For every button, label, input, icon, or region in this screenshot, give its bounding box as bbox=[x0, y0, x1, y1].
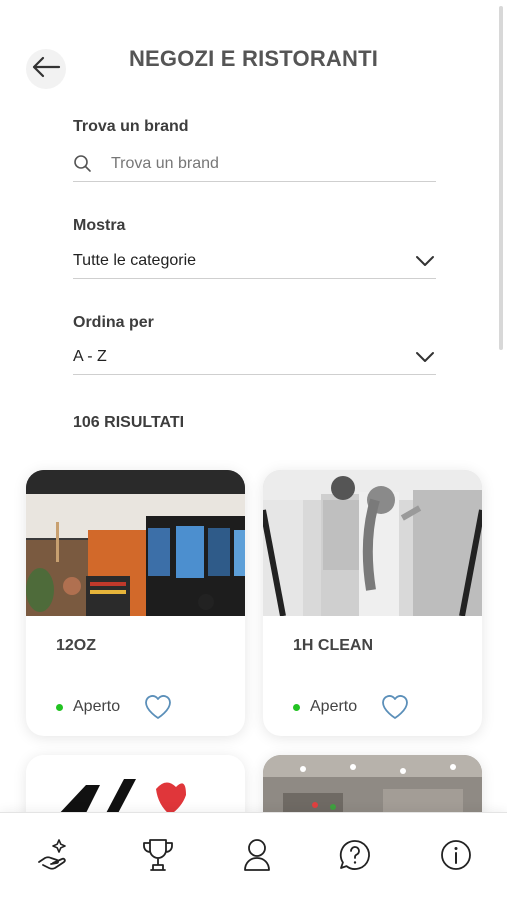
search-icon bbox=[73, 153, 95, 175]
store-card[interactable]: 12OZ Aperto bbox=[26, 470, 245, 736]
store-image bbox=[263, 470, 482, 616]
nav-profile-button[interactable] bbox=[237, 837, 277, 877]
store-name: 1H CLEAN bbox=[293, 637, 374, 654]
status-text: Aperto bbox=[73, 698, 121, 715]
category-select[interactable]: Tutte le categorie bbox=[73, 243, 436, 279]
chevron-down-icon bbox=[414, 346, 436, 368]
store-image bbox=[26, 470, 245, 616]
store-status: Aperto bbox=[293, 698, 357, 716]
search-label: Trova un brand bbox=[73, 118, 189, 135]
hand-sparkle-icon bbox=[35, 836, 73, 879]
heart-icon[interactable] bbox=[143, 693, 173, 721]
sort-select[interactable]: A - Z bbox=[73, 339, 436, 375]
store-status: Aperto bbox=[56, 698, 120, 716]
user-icon bbox=[242, 837, 272, 878]
heart-icon[interactable] bbox=[380, 693, 410, 721]
sort-label: Ordina per bbox=[73, 314, 154, 331]
search-placeholder: Trova un brand bbox=[111, 154, 219, 172]
category-select-value: Tutte le categorie bbox=[73, 251, 197, 269]
sort-select-value: A - Z bbox=[73, 347, 107, 365]
info-icon bbox=[439, 838, 473, 877]
search-input[interactable]: Trova un brand bbox=[73, 146, 436, 182]
help-icon bbox=[338, 838, 372, 877]
status-dot bbox=[56, 703, 63, 711]
trophy-icon bbox=[141, 837, 175, 878]
status-text: Aperto bbox=[310, 698, 358, 715]
bottom-nav bbox=[0, 812, 507, 900]
chevron-down-icon bbox=[414, 250, 436, 272]
store-card[interactable]: 1H CLEAN Aperto bbox=[263, 470, 482, 736]
nav-offers-button[interactable] bbox=[34, 837, 74, 877]
nav-help-button[interactable] bbox=[335, 837, 375, 877]
results-count: 106 RISULTATI bbox=[73, 414, 185, 431]
status-dot bbox=[293, 703, 300, 711]
page-title: NEGOZI E RISTORANTI bbox=[128, 46, 379, 71]
nav-info-button[interactable] bbox=[436, 837, 476, 877]
filter-label: Mostra bbox=[73, 217, 126, 234]
store-name: 12OZ bbox=[56, 637, 97, 654]
nav-rewards-button[interactable] bbox=[138, 837, 178, 877]
